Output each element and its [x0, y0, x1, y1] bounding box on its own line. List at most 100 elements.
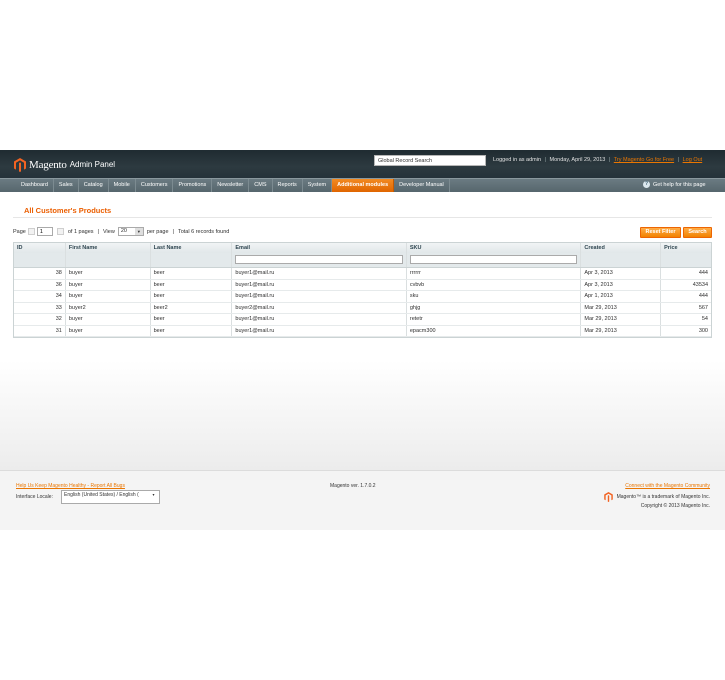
nav-item-reports[interactable]: Reports	[273, 179, 303, 192]
logout-link[interactable]: Log Out	[683, 157, 703, 163]
page-title: All Customer's Products	[24, 206, 112, 215]
table-row[interactable]: 32 buyer beer buyer1@mail.ru retetr Mar …	[14, 314, 711, 326]
magento-logo-icon	[14, 157, 26, 172]
cell-price: 54	[701, 316, 708, 322]
per-page-value: 20	[120, 228, 127, 234]
version-text: Magento ver. 1.7.0.2	[330, 483, 376, 489]
nav-item-cms[interactable]: CMS	[249, 179, 273, 192]
community-link[interactable]: Connect with the Magento Community	[625, 483, 710, 489]
logged-in-text: Logged in as admin	[493, 157, 542, 163]
table-row[interactable]: 38 buyer beer buyer1@mail.ru rrrrrr Apr …	[14, 268, 711, 280]
search-button[interactable]: Search	[683, 227, 712, 238]
email-filter-input[interactable]	[235, 255, 403, 265]
filter-cell-price	[661, 253, 711, 267]
nav-item-additional-modules[interactable]: Additional modules	[332, 179, 395, 192]
column-header-sku[interactable]: SKU	[407, 243, 582, 253]
filter-cell-id	[14, 253, 66, 267]
cell-price: 444	[698, 270, 708, 276]
sku-filter-input[interactable]	[409, 255, 578, 265]
cell-created: Mar 29, 2013	[581, 325, 662, 336]
cell-first-name: buyer	[66, 291, 151, 302]
global-search-input[interactable]	[374, 155, 486, 166]
cell-created: Apr 1, 2013	[581, 291, 662, 302]
cell-last-name: beer	[151, 268, 233, 279]
try-magento-go-link[interactable]: Try Magento Go for Free	[614, 157, 674, 163]
cell-id: 33	[14, 302, 66, 313]
cell-created: Apr 3, 2013	[581, 279, 662, 290]
prev-page-icon[interactable]	[27, 228, 35, 235]
of-pages-text: of 1 pages	[67, 228, 94, 235]
title-divider	[13, 217, 712, 218]
cell-price: 567	[698, 304, 708, 311]
separator: |	[544, 157, 546, 163]
cell-sku: cvbvb	[407, 279, 582, 290]
nav-item-system[interactable]: System	[303, 179, 333, 192]
locale-select[interactable]: English (United States) / English ( ▾	[61, 490, 160, 504]
nav-item-promotions[interactable]: Promotions	[173, 179, 213, 192]
column-header-id[interactable]: ID	[14, 243, 66, 253]
nav-item-developer-manual[interactable]: Developer Manual	[394, 179, 450, 192]
grid-pager: Page of 1 pages | View 20 ▼ per page | T…	[13, 227, 229, 236]
filter-cell-created	[581, 253, 662, 267]
copyright-text: Copyright © 2013 Magento Inc.	[640, 503, 710, 509]
filter-cell-last-name	[151, 253, 233, 267]
cell-price: 444	[698, 293, 708, 299]
nav-item-mobile[interactable]: Mobile	[109, 179, 136, 192]
cell-created: Mar 29, 2013	[581, 314, 662, 325]
trademark-text: Magento™ is a trademark of Magento Inc.	[616, 494, 710, 500]
nav-item-newsletter[interactable]: Newsletter	[212, 179, 250, 192]
locale-value: English (United States) / English (	[64, 492, 139, 498]
cell-first-name: buyer	[66, 268, 151, 279]
cell-id: 38	[14, 268, 66, 279]
cell-id: 31	[14, 325, 66, 336]
column-header-created[interactable]: Created	[581, 243, 662, 253]
main-nav: Dashboard Sales Catalog Mobile Customers…	[16, 179, 450, 192]
cell-last-name: beer	[151, 325, 233, 336]
page-label: Page	[13, 228, 26, 235]
cell-created: Apr 3, 2013	[581, 268, 662, 279]
chevron-down-icon: ▼	[134, 228, 143, 235]
column-header-price[interactable]: Price	[661, 243, 711, 253]
nav-item-dashboard[interactable]: Dashboard	[16, 179, 54, 192]
cell-price: 43534	[692, 281, 708, 288]
cell-last-name: beer2	[151, 302, 233, 313]
total-records-text: Total 6 records found	[177, 228, 230, 235]
table-row[interactable]: 33 buyer2 beer2 buyer2@mail.ru ghjg Mar …	[14, 302, 711, 314]
cell-email: buyer1@mail.ru	[232, 325, 407, 336]
column-header-last-name[interactable]: Last Name	[151, 243, 233, 253]
filter-cell-email	[232, 253, 407, 267]
view-label: View	[102, 228, 115, 235]
per-page-select[interactable]: 20 ▼	[117, 227, 144, 236]
help-link[interactable]: ? Get help for this page	[643, 181, 706, 188]
magento-logo-icon	[603, 492, 613, 502]
column-header-email[interactable]: Email	[232, 243, 407, 253]
table-row[interactable]: 34 buyer beer buyer1@mail.ru sku Apr 1, …	[14, 291, 711, 303]
nav-item-catalog[interactable]: Catalog	[79, 179, 109, 192]
logo-brand-text: Magento	[29, 158, 67, 171]
cell-first-name: buyer	[66, 325, 151, 336]
cell-first-name: buyer2	[66, 302, 151, 313]
report-bugs-link[interactable]: Help Us Keep Magento Healthy - Report Al…	[16, 483, 125, 489]
cell-sku: rrrrrr	[407, 268, 582, 279]
nav-item-sales[interactable]: Sales	[54, 179, 79, 192]
header-date: Monday, April 29, 2013	[549, 157, 606, 163]
cell-sku: epacm300	[407, 325, 582, 336]
nav-item-customers[interactable]: Customers	[136, 179, 174, 192]
cell-id: 36	[14, 279, 66, 290]
next-page-icon[interactable]	[56, 228, 64, 235]
grid-filter-row	[14, 253, 711, 268]
filter-cell-sku	[407, 253, 582, 267]
cell-sku: ghjg	[407, 302, 582, 313]
cell-last-name: beer	[151, 291, 233, 302]
cell-email: buyer1@mail.ru	[232, 268, 407, 279]
separator: |	[608, 157, 611, 163]
cell-id: 32	[14, 314, 66, 325]
table-row[interactable]: 31 buyer beer buyer1@mail.ru epacm300 Ma…	[14, 325, 711, 337]
reset-filter-button[interactable]: Reset Filter	[640, 227, 681, 238]
column-header-first-name[interactable]: First Name	[66, 243, 151, 253]
magento-logo[interactable]: Magento Admin Panel	[14, 157, 115, 172]
per-page-label: per page	[146, 228, 169, 235]
page-number-input[interactable]	[36, 227, 53, 236]
table-row[interactable]: 36 buyer beer buyer1@mail.ru cvbvb Apr 3…	[14, 279, 711, 291]
cell-sku: sku	[407, 291, 582, 302]
